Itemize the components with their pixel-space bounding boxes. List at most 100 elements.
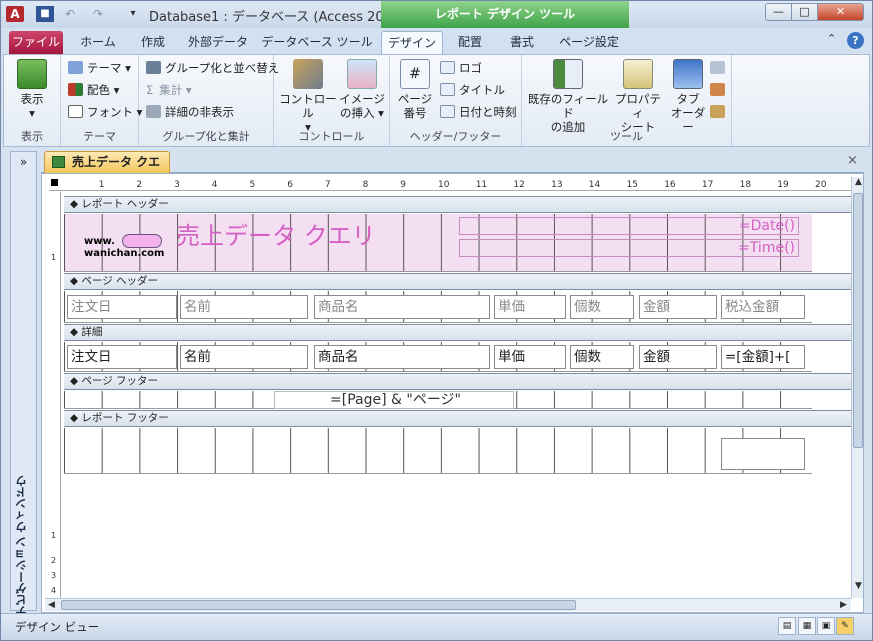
help-icon[interactable]: ?	[847, 32, 864, 49]
field-product-name[interactable]: 商品名	[314, 345, 490, 369]
property-sheet-label-1: プロパティ	[615, 92, 661, 120]
insert-image-button[interactable]: イメージ の挿入 ▾	[338, 59, 386, 120]
logo-image[interactable]: www. wanichan.com	[84, 231, 172, 263]
save-icon[interactable]: ■	[36, 6, 54, 22]
tab-arrange[interactable]: 配置	[449, 31, 491, 54]
add-fields-button[interactable]: 既存のフィールド の追加	[526, 59, 610, 134]
close-button[interactable]: ✕	[817, 3, 864, 21]
layout-view-icon[interactable]: ▣	[817, 617, 835, 635]
report-view-icon[interactable]: ▤	[778, 617, 796, 635]
label-product-name[interactable]: 商品名	[314, 295, 490, 319]
convert-macro-icon[interactable]	[710, 81, 729, 100]
scroll-left-icon[interactable]: ◀	[45, 600, 58, 610]
label-amount[interactable]: 金額	[639, 295, 717, 319]
tab-external-data[interactable]: 外部データ	[181, 31, 255, 54]
nav-expand-icon[interactable]: »	[11, 155, 36, 169]
print-preview-icon[interactable]: ▦	[798, 617, 816, 635]
section-page-footer-bar[interactable]: ◆ ページ フッター	[64, 373, 854, 390]
ruler-corner[interactable]	[51, 179, 58, 186]
view-code-icon[interactable]	[710, 103, 729, 122]
section-page-header-bar[interactable]: ◆ ページ ヘッダー	[64, 273, 854, 290]
section-report-header-bar[interactable]: ◆ レポート ヘッダー	[64, 196, 854, 213]
theme-button[interactable]: テーマ ▾	[68, 59, 131, 78]
status-text: デザイン ビュー	[15, 620, 100, 634]
tab-database-tools[interactable]: データベース ツール	[261, 31, 373, 54]
maximize-button[interactable]: □	[791, 3, 818, 21]
vertical-scrollbar[interactable]: ▲ ▼	[851, 177, 863, 598]
label-quantity[interactable]: 個数	[570, 295, 634, 319]
field-tax-included[interactable]: =[金額]+[	[721, 345, 805, 369]
controls-button[interactable]: コントロール ▾	[278, 59, 338, 134]
logo-button[interactable]: ロゴ	[440, 59, 482, 78]
field-quantity[interactable]: 個数	[570, 345, 634, 369]
date-textbox[interactable]: =Date()	[459, 217, 799, 235]
tab-home[interactable]: ホーム	[71, 31, 125, 54]
minimize-ribbon-icon[interactable]: ⌃	[827, 32, 836, 45]
page-footer-section[interactable]: =[Page] & "ページ"	[64, 391, 812, 409]
label-order-date[interactable]: 注文日	[67, 295, 177, 319]
horizontal-ruler: 1 2 3 4 5 6 7 8 9 10 11 12 13 14 15 16 17 18 19 20	[49, 177, 852, 191]
redo-icon[interactable]: ↷	[89, 6, 107, 22]
subform-icon[interactable]	[710, 59, 729, 78]
page-number-textbox[interactable]: =[Page] & "ページ"	[274, 391, 514, 409]
label-name[interactable]: 名前	[180, 295, 308, 319]
group-sort-button[interactable]: グループ化と並べ替え	[146, 59, 279, 78]
date-time-button[interactable]: 日付と時刻	[440, 103, 517, 122]
property-sheet-button[interactable]: プロパティ シート	[610, 59, 666, 134]
access-app-icon[interactable]: A	[6, 6, 24, 22]
tab-create[interactable]: 作成	[131, 31, 175, 54]
field-order-date[interactable]: 注文日	[67, 345, 177, 369]
title-button[interactable]: タイトル	[440, 81, 505, 100]
report-footer-section[interactable]	[64, 428, 812, 474]
label-tax-included[interactable]: 税込金額	[721, 295, 805, 319]
undo-icon[interactable]: ↶	[61, 6, 79, 22]
section-report-footer-bar[interactable]: ◆ レポート フッター	[64, 410, 854, 427]
vertical-scroll-thumb[interactable]	[853, 193, 863, 448]
totals-button[interactable]: Σ 集計 ▾	[146, 81, 192, 100]
section-detail-bar[interactable]: ◆ 詳細	[64, 324, 854, 341]
document-close-icon[interactable]: ×	[847, 153, 858, 168]
ruler-tick: 3	[174, 180, 180, 190]
ruler-tick: 5	[249, 180, 256, 190]
group-tools: 既存のフィールド の追加 プロパティ シート タブ オーダー ツール	[522, 55, 732, 146]
page-number-button[interactable]: # ページ 番号	[394, 59, 436, 120]
document-tab[interactable]: 売上データ クエリ	[44, 151, 170, 189]
navigation-pane[interactable]: » ナビゲーション ウィンドウ	[10, 151, 37, 617]
tab-design[interactable]: デザイン	[381, 31, 443, 54]
hide-details-button[interactable]: 詳細の非表示	[146, 103, 234, 122]
design-view-icon[interactable]: ✎	[836, 617, 854, 635]
tab-format[interactable]: 書式	[501, 31, 543, 54]
page-header-section[interactable]: 注文日 名前 商品名 単価 個数 金額 税込金額	[64, 291, 812, 323]
customize-quick-access-icon[interactable]: ▾	[124, 6, 142, 22]
ruler-tick: 10	[438, 180, 450, 190]
tab-order-button[interactable]: タブ オーダー	[666, 59, 710, 134]
time-textbox[interactable]: =Time()	[459, 239, 799, 257]
report-footer-textbox[interactable]	[721, 438, 805, 470]
font-button[interactable]: フォント ▾	[68, 103, 142, 122]
scroll-up-icon[interactable]: ▲	[852, 177, 863, 187]
tab-file[interactable]: ファイル	[9, 31, 63, 54]
ruler-tick: 12	[513, 180, 525, 190]
horizontal-scrollbar[interactable]: ◀ ▶	[45, 598, 851, 611]
field-unit-price[interactable]: 単価	[494, 345, 566, 369]
report-title[interactable]: 売上データ クエリ	[176, 216, 376, 251]
vertical-ruler: 1 1 2 3 4	[49, 192, 61, 598]
minimize-button[interactable]: —	[765, 3, 792, 21]
tab-page-setup[interactable]: ページ設定	[553, 31, 625, 54]
field-name[interactable]: 名前	[180, 345, 308, 369]
view-button-label: 表示	[20, 92, 44, 106]
label-unit-price[interactable]: 単価	[494, 295, 566, 319]
color-button[interactable]: 配色 ▾	[68, 81, 119, 100]
access-window: A ■ ↶ ↷ ▾ Database1 : データベース (Access 200…	[0, 0, 873, 641]
convert-macro-icon-shape	[710, 83, 725, 96]
group-header-footer-label: ヘッダー/フッター	[409, 130, 502, 143]
view-button[interactable]: 表示 ▾	[10, 59, 54, 120]
scroll-down-icon[interactable]: ▼	[852, 581, 863, 591]
group-grouping: グループ化と並べ替え Σ 集計 ▾ 詳細の非表示 グループ化と集計	[139, 55, 279, 146]
scroll-right-icon[interactable]: ▶	[837, 600, 850, 610]
report-header-section[interactable]: www. wanichan.com 売上データ クエリ =Date() =Tim…	[64, 214, 812, 272]
horizontal-scroll-thumb[interactable]	[61, 600, 576, 610]
field-amount[interactable]: 金額	[639, 345, 717, 369]
detail-section[interactable]: 注文日 名前 商品名 単価 個数 金額 =[金額]+[	[64, 342, 812, 372]
group-sort-icon	[146, 61, 161, 74]
